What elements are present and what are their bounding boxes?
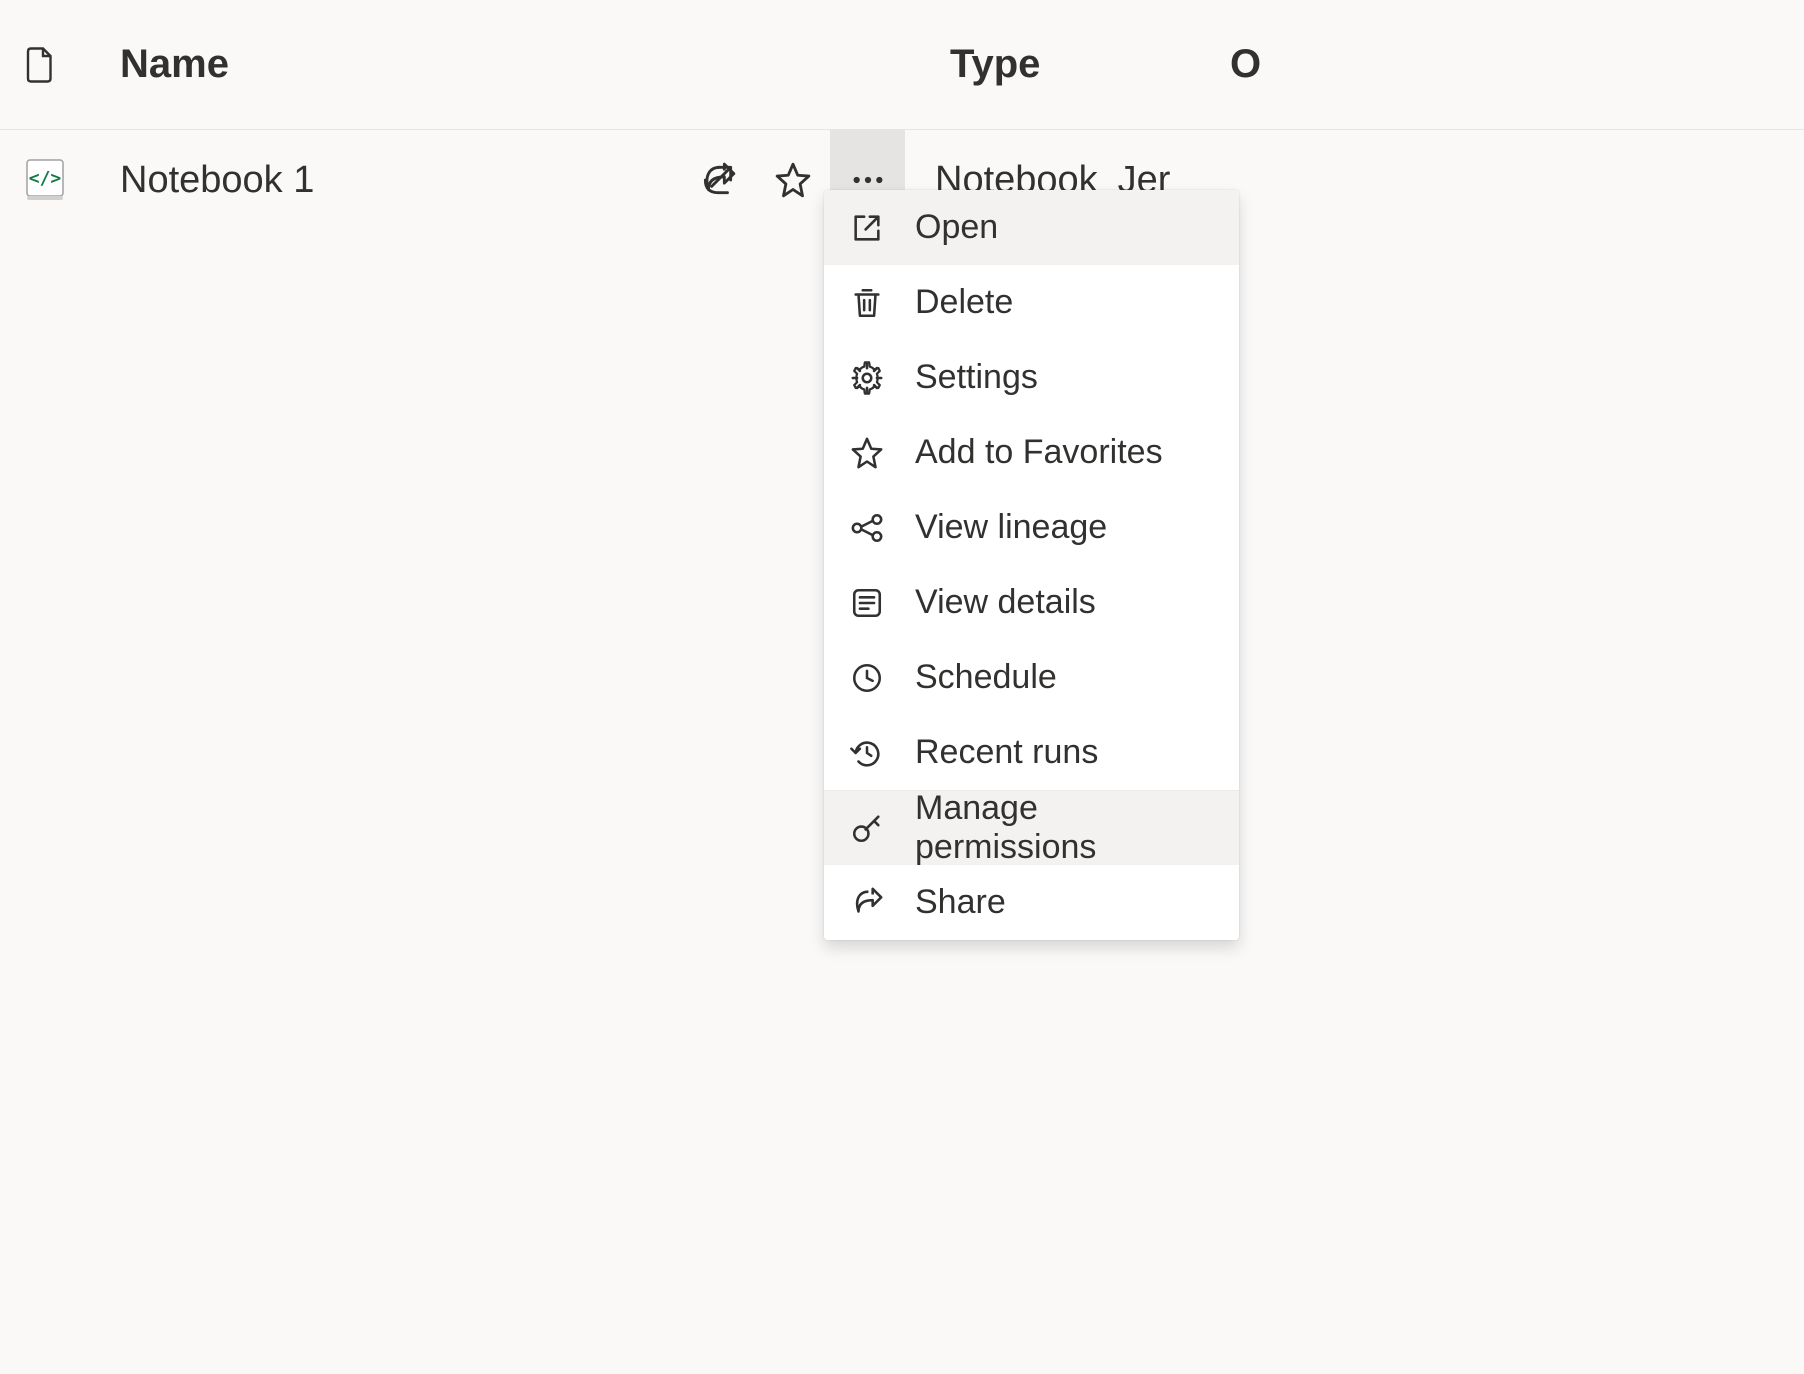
trash-icon bbox=[849, 285, 885, 321]
menu-item-delete[interactable]: Delete bbox=[824, 265, 1239, 340]
gear-icon bbox=[849, 360, 885, 396]
menu-label: View details bbox=[915, 583, 1096, 622]
lineage-icon bbox=[849, 510, 885, 546]
details-icon bbox=[849, 585, 885, 621]
menu-item-schedule[interactable]: Schedule bbox=[824, 640, 1239, 715]
clock-icon bbox=[849, 660, 885, 696]
menu-label: View lineage bbox=[915, 508, 1107, 547]
share-icon bbox=[849, 885, 885, 921]
open-external-icon bbox=[849, 210, 885, 246]
row-icon-cell: </> bbox=[25, 158, 120, 202]
header-icon-cell bbox=[25, 47, 120, 83]
share-button[interactable] bbox=[680, 130, 755, 230]
notebook-icon: </> bbox=[25, 158, 65, 202]
share-arrow-icon bbox=[699, 161, 737, 199]
menu-label: Recent runs bbox=[915, 733, 1098, 772]
file-icon bbox=[25, 47, 55, 83]
svg-text:</>: </> bbox=[29, 168, 62, 189]
menu-item-settings[interactable]: Settings bbox=[824, 340, 1239, 415]
row-name[interactable]: Notebook 1 bbox=[120, 159, 680, 202]
column-header-type[interactable]: Type bbox=[950, 42, 1230, 87]
star-icon bbox=[849, 435, 885, 471]
menu-item-lineage[interactable]: View lineage bbox=[824, 490, 1239, 565]
ellipsis-icon bbox=[851, 175, 885, 185]
menu-label: Add to Favorites bbox=[915, 433, 1163, 472]
menu-item-details[interactable]: View details bbox=[824, 565, 1239, 640]
menu-item-recent-runs[interactable]: Recent runs bbox=[824, 715, 1239, 790]
menu-label: Manage permissions bbox=[915, 789, 1214, 867]
context-menu: Open Delete Settings Add to Favorites bbox=[824, 190, 1239, 940]
menu-item-permissions[interactable]: Manage permissions bbox=[824, 790, 1239, 865]
key-icon bbox=[849, 810, 885, 846]
menu-label: Settings bbox=[915, 358, 1038, 397]
column-header-name[interactable]: Name bbox=[120, 42, 950, 87]
menu-item-favorites[interactable]: Add to Favorites bbox=[824, 415, 1239, 490]
column-header-owner[interactable]: O bbox=[1230, 42, 1290, 87]
menu-label: Schedule bbox=[915, 658, 1057, 697]
table-header-row: Name Type O bbox=[0, 0, 1804, 130]
history-icon bbox=[849, 735, 885, 771]
menu-item-share[interactable]: Share bbox=[824, 865, 1239, 940]
menu-label: Delete bbox=[915, 283, 1013, 322]
menu-item-open[interactable]: Open bbox=[824, 190, 1239, 265]
menu-label: Open bbox=[915, 208, 998, 247]
menu-label: Share bbox=[915, 883, 1006, 922]
star-icon bbox=[774, 161, 812, 199]
favorite-button[interactable] bbox=[755, 130, 830, 230]
